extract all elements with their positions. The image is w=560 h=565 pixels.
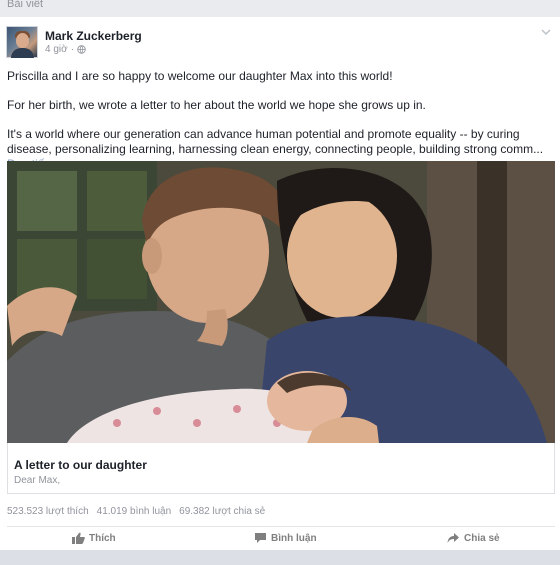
family-photo-illustration [7, 161, 555, 443]
thumbs-up-icon [72, 532, 85, 544]
like-label: Thích [89, 532, 116, 544]
post-paragraph: For her birth, we wrote a letter to her … [7, 98, 426, 112]
meta-separator: · [70, 44, 75, 55]
post-photo[interactable] [7, 161, 555, 443]
link-preview[interactable]: A letter to our daughter Dear Max, [7, 443, 555, 494]
shares-count[interactable]: 69.382 lượt chia sẻ [179, 506, 265, 517]
chevron-down-icon[interactable] [540, 26, 552, 38]
comments-count[interactable]: 41.019 bình luận [97, 506, 172, 517]
post-paragraph-text: It's a world where our generation can ad… [7, 127, 544, 156]
share-label: Chia sẻ [464, 532, 500, 544]
section-title: Bài viết [7, 0, 44, 10]
post-card: Mark Zuckerberg 4 giờ · Priscilla and I … [0, 17, 560, 550]
share-button[interactable]: Chia sẻ [447, 532, 500, 544]
section-header: Bài viết [0, 0, 560, 16]
post-paragraph: Priscilla and I are so happy to welcome … [7, 69, 393, 83]
globe-icon [77, 45, 86, 54]
post-actions: Thích Bình luận Chia sẻ [0, 527, 560, 550]
author-name[interactable]: Mark Zuckerberg [45, 29, 142, 43]
feed-separator [0, 550, 560, 565]
share-arrow-icon [447, 533, 459, 543]
link-title[interactable]: A letter to our daughter [14, 458, 147, 472]
post-timestamp[interactable]: 4 giờ [45, 44, 68, 55]
author-avatar[interactable] [6, 26, 38, 58]
likes-count[interactable]: 523.523 lượt thích [7, 506, 89, 517]
link-description: Dear Max, [14, 475, 61, 486]
comment-icon [255, 533, 266, 543]
post-meta: 4 giờ · [45, 44, 86, 55]
comment-button[interactable]: Bình luận [254, 532, 317, 544]
like-button[interactable]: Thích [72, 532, 116, 544]
post-body: Priscilla and I are so happy to welcome … [7, 69, 555, 172]
comment-label: Bình luận [271, 532, 317, 544]
engagement-stats: 523.523 lượt thích 41.019 bình luận 69.3… [7, 506, 265, 517]
